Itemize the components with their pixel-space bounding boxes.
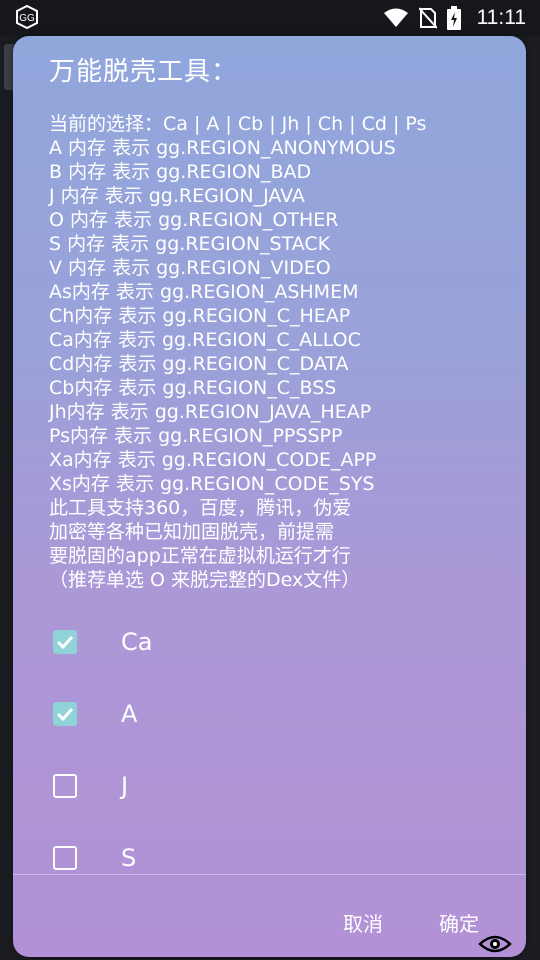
message-line: Ps内存 表示 gg.REGION_PPSSPP bbox=[49, 425, 343, 447]
checkbox[interactable] bbox=[53, 846, 77, 870]
option-s[interactable]: S bbox=[51, 838, 511, 878]
message-line: Cb内存 表示 gg.REGION_C_BSS bbox=[49, 377, 337, 399]
message-line: Jh内存 表示 gg.REGION_JAVA_HEAP bbox=[49, 401, 372, 423]
battery-charging-icon bbox=[446, 6, 461, 30]
message-line: Ca内存 表示 gg.REGION_C_ALLOC bbox=[49, 329, 361, 351]
message-line: Xa内存 表示 gg.REGION_CODE_APP bbox=[49, 449, 377, 471]
no-sim-icon bbox=[418, 7, 437, 29]
message-line: S 内存 表示 gg.REGION_STACK bbox=[49, 233, 331, 255]
checkmark-icon bbox=[56, 635, 74, 650]
dialog-title: 万能脱壳工具： bbox=[49, 57, 239, 87]
clock: 11:11 bbox=[476, 6, 526, 29]
checkbox[interactable] bbox=[53, 774, 77, 798]
option-label: S bbox=[121, 844, 137, 872]
option-a[interactable]: A bbox=[51, 694, 511, 734]
message-line: Ch内存 表示 gg.REGION_C_HEAP bbox=[49, 305, 351, 327]
message-line: 要脱固的app正常在虚拟机运行才行 bbox=[49, 545, 351, 567]
checkbox[interactable] bbox=[53, 702, 77, 726]
message-line: 此工具支持360，百度，腾讯，伪爱 bbox=[49, 497, 352, 519]
option-label: J bbox=[121, 772, 129, 800]
svg-text:GG: GG bbox=[19, 13, 35, 24]
message-line: 当前的选择：Ca | A | Cb | Jh | Ch | Cd | Ps bbox=[49, 113, 427, 135]
cancel-button[interactable]: 取消 bbox=[335, 904, 391, 941]
divider bbox=[13, 874, 526, 875]
option-j[interactable]: J bbox=[51, 766, 511, 806]
message-line: As内存 表示 gg.REGION_ASHMEM bbox=[49, 281, 359, 303]
message-line: 加密等各种已知加固脱壳，前提需 bbox=[49, 521, 335, 543]
message-line: A 内存 表示 gg.REGION_ANONYMOUS bbox=[49, 137, 396, 159]
message-line: （推荐单选 O 来脱完整的Dex文件） bbox=[49, 569, 361, 591]
message-line: J 内存 表示 gg.REGION_JAVA bbox=[49, 185, 305, 207]
gg-icon: GG bbox=[16, 5, 38, 29]
option-label: Ca bbox=[121, 628, 153, 656]
checkbox[interactable] bbox=[53, 630, 77, 654]
status-bar: GG 11:11 bbox=[0, 0, 540, 36]
status-icons: 11:11 bbox=[383, 4, 526, 32]
message-line: Cd内存 表示 gg.REGION_C_DATA bbox=[49, 353, 349, 375]
message-line: V 内存 表示 gg.REGION_VIDEO bbox=[49, 257, 331, 279]
message-line: Xs内存 表示 gg.REGION_CODE_SYS bbox=[49, 473, 375, 495]
dialog-message: 当前的选择：Ca | A | Cb | Jh | Ch | Cd | Ps A … bbox=[49, 112, 519, 592]
option-label: A bbox=[121, 700, 138, 728]
eye-icon[interactable] bbox=[478, 932, 512, 956]
message-line: O 内存 表示 gg.REGION_OTHER bbox=[49, 209, 339, 231]
checkmark-icon bbox=[56, 707, 74, 722]
wifi-icon bbox=[383, 8, 408, 27]
option-ca[interactable]: Ca bbox=[51, 622, 511, 662]
dialog: 万能脱壳工具： 当前的选择：Ca | A | Cb | Jh | Ch | Cd… bbox=[13, 36, 526, 957]
message-line: B 内存 表示 gg.REGION_BAD bbox=[49, 161, 312, 183]
